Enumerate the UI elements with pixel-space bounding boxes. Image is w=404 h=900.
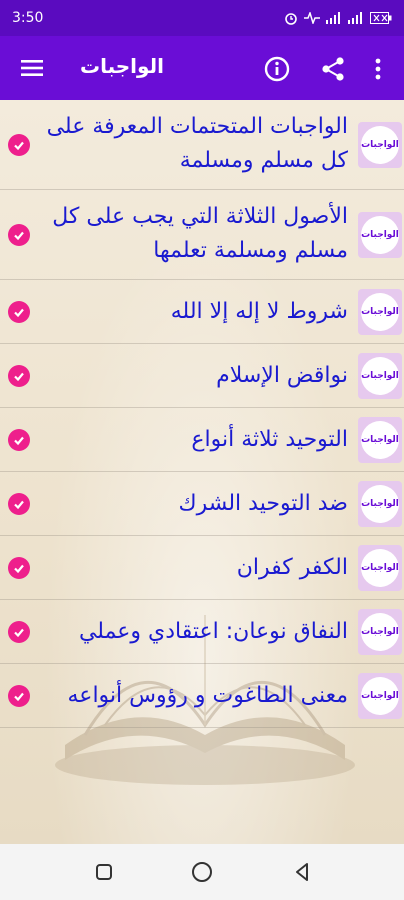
check-circle-icon	[8, 134, 30, 156]
alarm-icon	[285, 13, 297, 25]
signal-icon-2	[348, 12, 362, 24]
system-nav-bar	[0, 844, 404, 900]
page-title: الواجبات	[80, 54, 164, 78]
list-item-thumbnail: الواجبات	[358, 545, 402, 591]
list-item[interactable]: نواقض الإسلام الواجبات	[0, 344, 404, 408]
list-item-thumbnail: الواجبات	[358, 122, 402, 168]
list-item-thumbnail: الواجبات	[358, 609, 402, 655]
status-bar: 3:50	[0, 0, 404, 36]
list-item[interactable]: ضد التوحيد الشرك الواجبات	[0, 472, 404, 536]
status-icons	[284, 11, 392, 25]
list-item-label: الواجبات المتحتمات المعرفة على كل مسلم و…	[46, 114, 348, 173]
info-icon[interactable]	[262, 54, 292, 84]
list-item-label: شروط لا إله إلا الله	[170, 299, 348, 324]
check-circle-icon	[8, 301, 30, 323]
list-item-label: النفاق نوعان: اعتقادي وعملي	[78, 619, 348, 644]
content-list: الواجبات المتحتمات المعرفة على كل مسلم و…	[0, 100, 404, 844]
triangle-back-icon[interactable]	[290, 860, 314, 884]
list-item-thumbnail: الواجبات	[358, 417, 402, 463]
check-circle-icon	[8, 557, 30, 579]
share-icon[interactable]	[318, 54, 348, 84]
list-item-label: الكفر كفران	[236, 555, 348, 580]
check-circle-icon	[8, 685, 30, 707]
list-item-thumbnail: الواجبات	[358, 353, 402, 399]
list-item[interactable]: التوحيد ثلاثة أنواع الواجبات	[0, 408, 404, 472]
list-item[interactable]: شروط لا إله إلا الله الواجبات	[0, 280, 404, 344]
list-item-label: التوحيد ثلاثة أنواع	[191, 427, 348, 452]
list-item-label: ضد التوحيد الشرك	[178, 491, 348, 516]
list-item[interactable]: معنى الطاغوت و رؤوس أنواعه الواجبات	[0, 664, 404, 728]
app-bar: الواجبات	[0, 36, 404, 100]
list-item[interactable]: النفاق نوعان: اعتقادي وعملي الواجبات	[0, 600, 404, 664]
check-circle-icon	[8, 224, 30, 246]
activity-icon	[304, 12, 320, 24]
check-circle-icon	[8, 365, 30, 387]
check-circle-icon	[8, 621, 30, 643]
check-circle-icon	[8, 493, 30, 515]
circle-icon[interactable]	[190, 860, 214, 884]
list-item[interactable]: الواجبات المتحتمات المعرفة على كل مسلم و…	[0, 100, 404, 190]
list-item-thumbnail: الواجبات	[358, 481, 402, 527]
menu-icon[interactable]	[18, 54, 46, 82]
signal-icon	[326, 12, 340, 24]
square-icon[interactable]	[92, 860, 116, 884]
check-circle-icon	[8, 429, 30, 451]
status-time: 3:50	[12, 10, 44, 26]
list-item-thumbnail: الواجبات	[358, 673, 402, 719]
list-item[interactable]: الكفر كفران الواجبات	[0, 536, 404, 600]
list-item-label: معنى الطاغوت و رؤوس أنواعه	[67, 683, 348, 708]
list-item[interactable]: الأصول الثلاثة التي يجب على كل مسلم ومسل…	[0, 190, 404, 280]
battery-icon	[370, 12, 392, 24]
list-item-label: الأصول الثلاثة التي يجب على كل مسلم ومسل…	[52, 204, 348, 263]
more-vertical-icon[interactable]	[368, 54, 388, 84]
list-item-thumbnail: الواجبات	[358, 289, 402, 335]
list-item-label: نواقض الإسلام	[216, 363, 348, 388]
list-item-thumbnail: الواجبات	[358, 212, 402, 258]
